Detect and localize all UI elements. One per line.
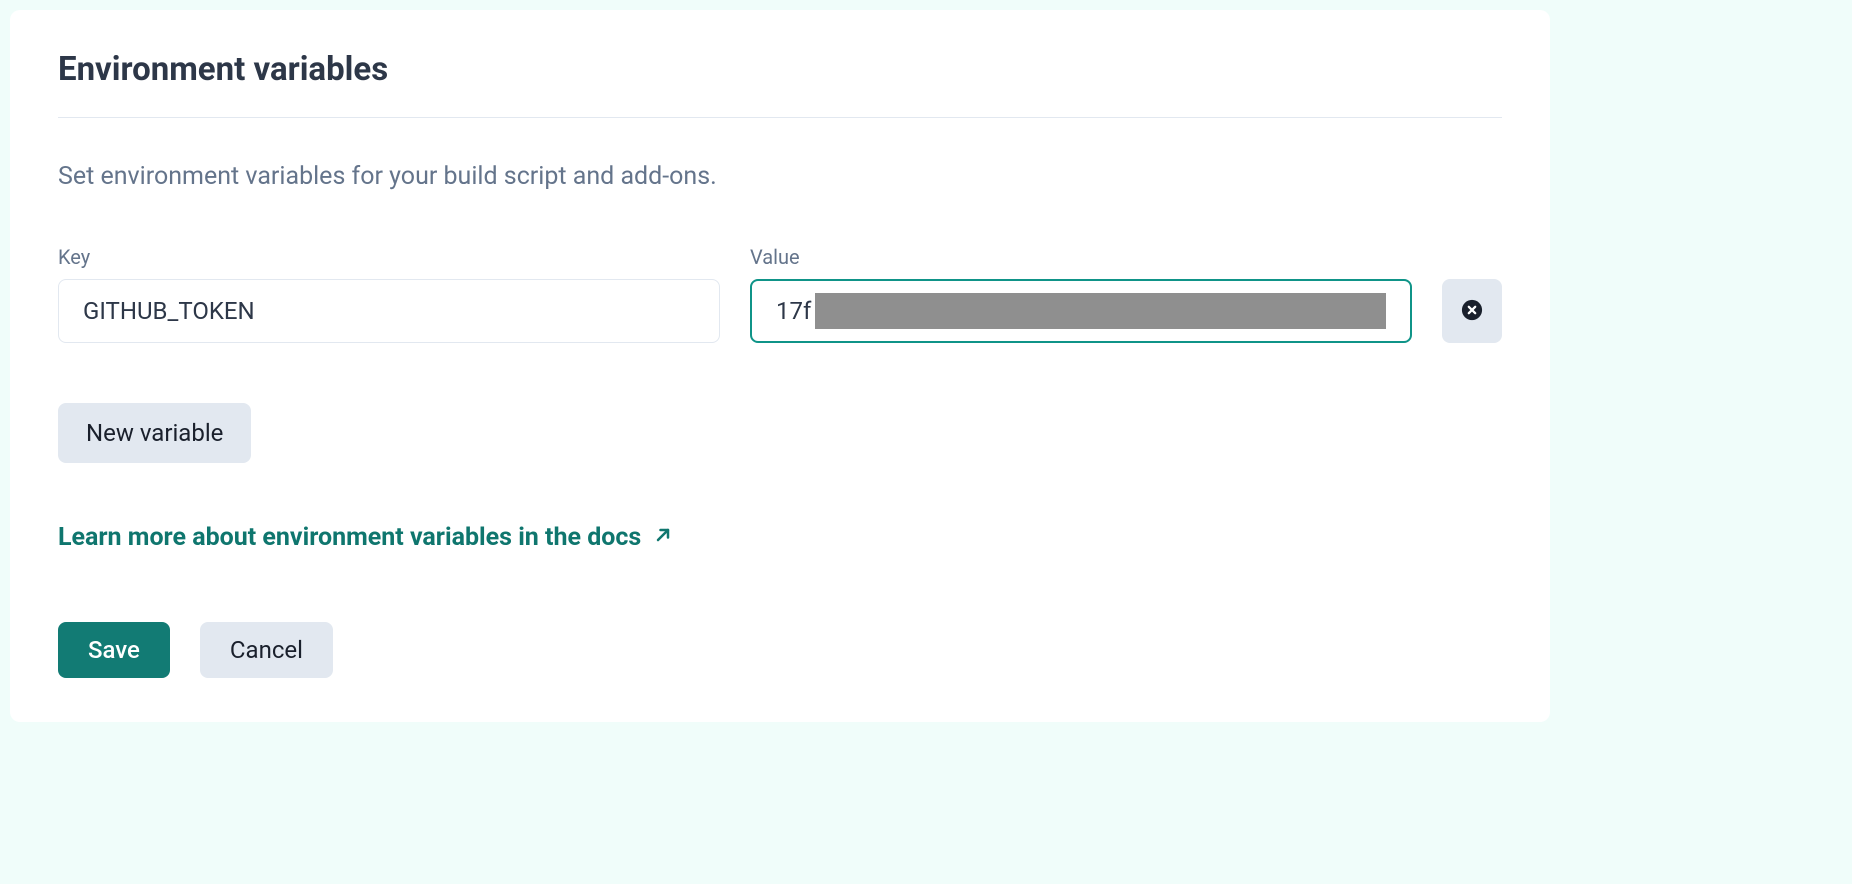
value-label: Value	[750, 245, 1412, 269]
docs-link-text: Learn more about environment variables i…	[58, 523, 641, 552]
external-link-icon	[653, 523, 673, 552]
section-title: Environment variables	[58, 50, 1502, 89]
redacted-value	[815, 293, 1386, 329]
value-field-group: Value 17f	[750, 245, 1412, 343]
docs-link[interactable]: Learn more about environment variables i…	[58, 523, 673, 552]
delete-icon	[1461, 299, 1483, 324]
section-description: Set environment variables for your build…	[58, 162, 1502, 191]
divider	[58, 117, 1502, 118]
new-variable-button[interactable]: New variable	[58, 403, 251, 463]
delete-variable-button[interactable]	[1442, 279, 1502, 343]
env-variables-card: Environment variables Set environment va…	[10, 10, 1550, 722]
key-field-group: Key	[58, 245, 720, 343]
cancel-button[interactable]: Cancel	[200, 622, 333, 678]
key-input[interactable]	[58, 279, 720, 343]
value-prefix: 17f	[776, 297, 811, 325]
variable-row: Key Value 17f	[58, 245, 1502, 343]
save-button[interactable]: Save	[58, 622, 170, 678]
value-input[interactable]: 17f	[750, 279, 1412, 343]
key-label: Key	[58, 245, 720, 269]
actions-row: Save Cancel	[58, 622, 1502, 678]
